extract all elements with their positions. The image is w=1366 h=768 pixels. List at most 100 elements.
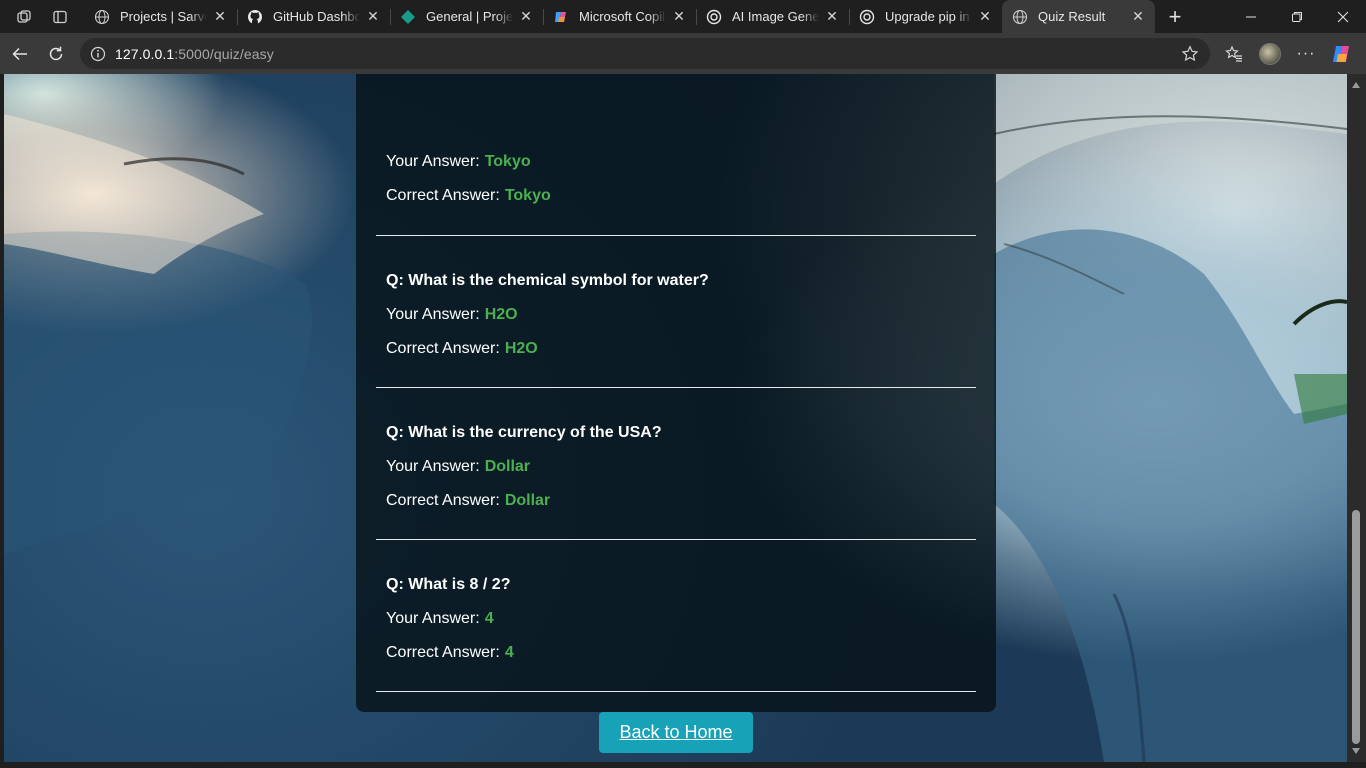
workspaces-button[interactable] xyxy=(6,0,42,33)
your-answer-value: 4 xyxy=(484,610,494,627)
more-dots-icon: ··· xyxy=(1296,44,1316,62)
scroll-up-arrow-icon[interactable] xyxy=(1352,82,1360,88)
tab-title: Upgrade pip in C xyxy=(885,9,972,24)
correct-answer-value: 4 xyxy=(504,644,514,661)
tab-title: AI Image Generat xyxy=(732,9,819,24)
quiz-result-item: Q: What is 8 / 2? Your Answer: 4 Correct … xyxy=(376,576,976,692)
close-tab-icon[interactable]: ✕ xyxy=(517,8,535,26)
openai-icon xyxy=(859,9,875,25)
correct-answer-row: Correct Answer: H2O xyxy=(386,340,966,360)
quiz-result-item: Q: What is the currency of the USA? Your… xyxy=(376,424,976,540)
correct-answer-row: Correct Answer: Tokyo xyxy=(386,187,966,207)
browser-toolbar: 127.0.0.1:5000/quiz/easy ··· xyxy=(0,33,1366,74)
new-tab-button[interactable]: + xyxy=(1159,0,1191,33)
github-icon xyxy=(247,9,263,25)
tab-title: GitHub Dashboard xyxy=(273,9,360,24)
correct-answer-row: Correct Answer: 4 xyxy=(386,644,966,664)
close-tab-icon[interactable]: ✕ xyxy=(364,8,382,26)
vertical-tabs-button[interactable] xyxy=(42,0,78,33)
close-window-button[interactable] xyxy=(1320,0,1366,33)
close-tab-icon[interactable]: ✕ xyxy=(823,8,841,26)
url-host: 127.0.0.1 xyxy=(115,45,175,62)
correct-answer-label: Correct Answer: xyxy=(386,187,500,204)
back-button[interactable] xyxy=(2,38,38,70)
favorites-icon xyxy=(1225,45,1242,62)
tab-actions-icon xyxy=(53,10,67,23)
correct-answer-value: H2O xyxy=(504,340,538,357)
scroll-down-arrow-icon[interactable] xyxy=(1352,748,1360,754)
button-wrap: Back to Home xyxy=(376,712,976,753)
tab-quiz-result[interactable]: Quiz Result ✕ xyxy=(1002,0,1155,33)
favorite-star-icon[interactable] xyxy=(1180,44,1200,64)
arrow-left-icon xyxy=(12,47,27,60)
your-answer-row: Your Answer: H2O xyxy=(386,306,966,326)
window-bottom-edge xyxy=(0,762,1366,768)
refresh-icon xyxy=(49,46,63,60)
correct-answer-value: Tokyo xyxy=(504,187,551,204)
quiz-result-card: Your Answer: Tokyo Correct Answer: Tokyo Q… xyxy=(356,74,996,753)
restore-button[interactable] xyxy=(1274,0,1320,33)
address-bar[interactable]: 127.0.0.1:5000/quiz/easy xyxy=(80,38,1210,69)
page-scrollbar[interactable] xyxy=(1347,74,1366,762)
question-text: Q: What is the chemical symbol for water… xyxy=(386,272,709,289)
tab-strip: Projects | Sarvoth ✕ GitHub Dashboard ✕ … xyxy=(0,0,1366,33)
tab-github[interactable]: GitHub Dashboard ✕ xyxy=(237,0,390,33)
close-icon xyxy=(1337,11,1349,22)
page-viewport: Your Answer: Tokyo Correct Answer: Tokyo Q… xyxy=(4,74,1347,762)
globe-icon xyxy=(1012,9,1028,25)
site-info-icon[interactable] xyxy=(90,46,106,62)
url-path: :5000/quiz/easy xyxy=(174,45,274,62)
copilot-icon xyxy=(553,9,569,25)
correct-answer-value: Dollar xyxy=(504,492,551,509)
correct-answer-label: Correct Answer: xyxy=(386,644,500,661)
tab-copilot[interactable]: Microsoft Copilot ✕ xyxy=(543,0,696,33)
more-options-button[interactable]: ··· xyxy=(1288,38,1324,70)
your-answer-label: Your Answer: xyxy=(386,458,480,475)
globe-icon xyxy=(94,9,110,25)
correct-answer-row: Correct Answer: Dollar xyxy=(386,492,966,512)
close-tab-icon[interactable]: ✕ xyxy=(976,8,994,26)
close-tab-icon[interactable]: ✕ xyxy=(211,8,229,26)
question-text: Q: What is the currency of the USA? xyxy=(386,424,662,441)
tab-projects[interactable]: Projects | Sarvoth ✕ xyxy=(84,0,237,33)
tab-title: Projects | Sarvoth xyxy=(120,9,207,24)
url-text: 127.0.0.1:5000/quiz/easy xyxy=(115,46,274,62)
toolbar-right: ··· xyxy=(1216,33,1366,74)
tab-general[interactable]: General | Project ✕ xyxy=(390,0,543,33)
your-answer-label: Your Answer: xyxy=(386,610,480,627)
your-answer-row: Your Answer: Dollar xyxy=(386,458,966,478)
tab-title: General | Project xyxy=(426,9,513,24)
restore-icon xyxy=(1292,11,1302,22)
quiz-result-item: Your Answer: Tokyo Correct Answer: Tokyo xyxy=(376,74,976,236)
your-answer-row: Your Answer: Tokyo xyxy=(386,153,966,173)
workspaces-icon xyxy=(17,9,31,23)
openai-icon xyxy=(706,9,722,25)
close-tab-icon[interactable]: ✕ xyxy=(1129,8,1147,26)
tabs-row: Projects | Sarvoth ✕ GitHub Dashboard ✕ … xyxy=(84,0,1155,33)
favorites-button[interactable] xyxy=(1216,38,1252,70)
correct-answer-label: Correct Answer: xyxy=(386,340,500,357)
profile-button[interactable] xyxy=(1252,38,1288,70)
your-answer-label: Your Answer: xyxy=(386,306,480,323)
your-answer-row: Your Answer: 4 xyxy=(386,610,966,630)
back-to-home-button[interactable]: Back to Home xyxy=(599,712,753,753)
plus-icon: + xyxy=(1168,3,1182,29)
copilot-button[interactable] xyxy=(1324,38,1360,70)
tab-upgrade-pip[interactable]: Upgrade pip in C ✕ xyxy=(849,0,1002,33)
refresh-button[interactable] xyxy=(38,38,74,70)
avatar xyxy=(1259,42,1281,65)
minimize-button[interactable] xyxy=(1228,0,1274,33)
scrollbar-thumb[interactable] xyxy=(1352,510,1360,744)
your-answer-label: Your Answer: xyxy=(386,153,480,170)
question-text: Q: What is 8 / 2? xyxy=(386,576,511,593)
minimize-icon xyxy=(1246,16,1256,17)
your-answer-value: Tokyo xyxy=(484,153,531,170)
quiz-result-item: Q: What is the chemical symbol for water… xyxy=(376,272,976,388)
tab-title: Microsoft Copilot xyxy=(579,9,666,24)
your-answer-value: H2O xyxy=(484,306,518,323)
window-controls xyxy=(1228,0,1366,33)
your-answer-value: Dollar xyxy=(484,458,531,475)
tab-ai-image[interactable]: AI Image Generat ✕ xyxy=(696,0,849,33)
close-tab-icon[interactable]: ✕ xyxy=(670,8,688,26)
diamond-icon xyxy=(400,9,416,25)
